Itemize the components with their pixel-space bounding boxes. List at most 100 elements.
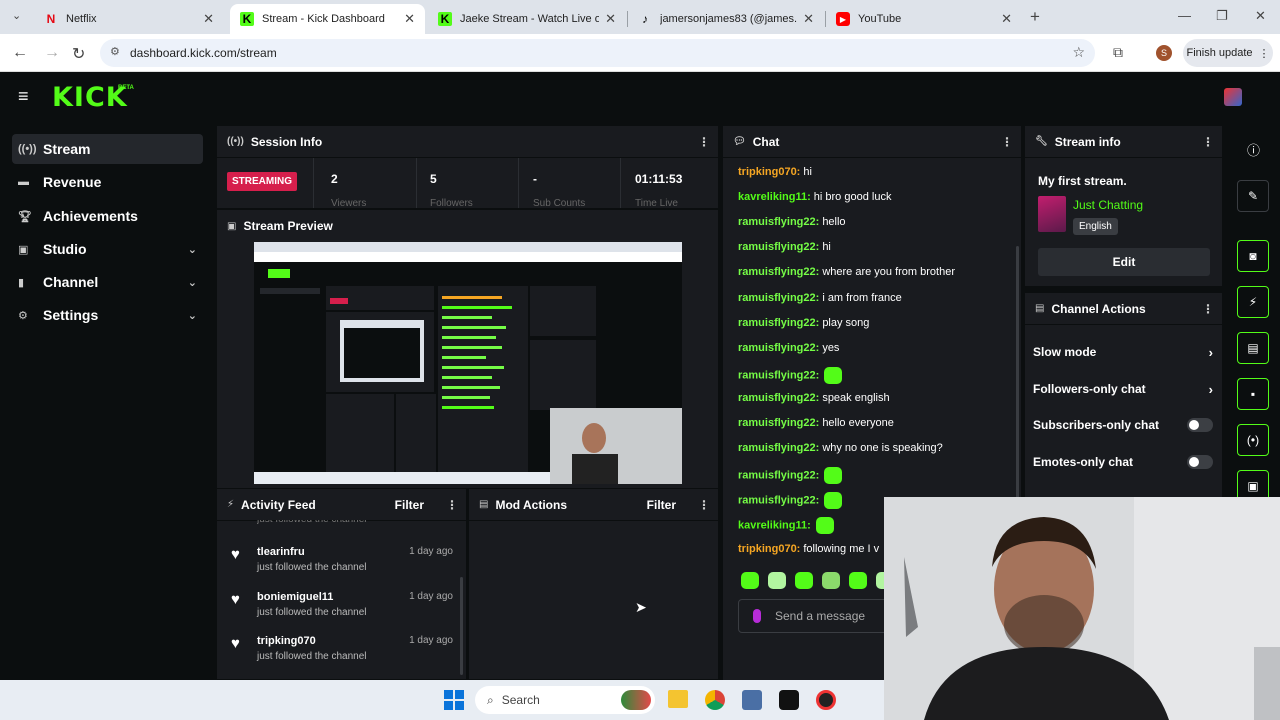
more-options-icon[interactable]: ⋮ [698,498,710,512]
reload-icon[interactable]: ↻ [72,44,85,64]
chat-username[interactable]: ramuisflying22: [738,369,819,381]
close-tab-icon[interactable]: ✕ [203,11,214,27]
session-toggle-button[interactable]: (•) [1237,424,1269,456]
finish-update-button[interactable]: Finish update ⋮ [1183,39,1273,67]
app-icon[interactable] [742,690,762,710]
file-explorer-icon[interactable] [668,690,688,708]
chrome-icon[interactable] [705,690,725,710]
chat-username[interactable]: ramuisflying22: [738,241,819,253]
chat-username[interactable]: ramuisflying22: [738,417,819,429]
tab-kick-dashboard[interactable]: K Stream - Kick Dashboard ✕ [230,4,425,34]
chat-username[interactable]: ramuisflying22: [738,495,819,507]
chat-username[interactable]: kavreliking11: [738,191,811,203]
back-icon[interactable]: ← [12,44,28,62]
emotes-only-toggle[interactable] [1187,455,1213,469]
chat-username[interactable]: ramuisflying22: [738,292,819,304]
mod-toggle-button[interactable]: ▤ [1237,332,1269,364]
profile-avatar[interactable]: S [1156,45,1172,61]
sidebar-item-revenue[interactable]: ▬ Revenue [12,167,203,197]
tab-netflix[interactable]: N Netflix ✕ [34,4,224,34]
chevron-down-icon[interactable]: ⌄ [188,309,197,322]
close-window-icon[interactable]: ✕ [1255,8,1266,24]
filter-button[interactable]: Filter [647,498,676,512]
tab-youtube[interactable]: ▶ YouTube ✕ [826,4,1022,34]
extensions-icon[interactable]: ⧉ [1113,44,1123,61]
slow-mode-row[interactable]: Slow mode › [1033,342,1213,362]
chat-username[interactable]: kavreliking11: [738,520,811,532]
info-icon[interactable]: ⓘ [1247,140,1260,159]
chat-username[interactable]: ramuisflying22: [738,392,819,404]
stream-preview-video[interactable] [254,242,682,484]
more-options-icon[interactable]: ⋮ [698,135,710,149]
more-options-icon[interactable]: ⋮ [1202,302,1214,316]
preview-toggle-button[interactable]: ◙ [1237,240,1269,272]
tab-list-dropdown[interactable]: ⌄ [12,9,21,22]
taskbar-search[interactable]: ⌕ Search [475,686,655,714]
scrollbar[interactable] [460,577,463,675]
filter-button[interactable]: Filter [395,498,424,512]
sidebar-item-studio[interactable]: ▣ Studio ⌄ [12,234,203,264]
address-bar[interactable]: ⚙ dashboard.kick.com/stream ☆ [100,39,1095,67]
edit-pencil-button[interactable]: ✎ [1237,180,1269,212]
close-tab-icon[interactable]: ✕ [803,11,814,27]
chevron-down-icon[interactable]: ⌄ [188,276,197,289]
more-options-icon[interactable]: ⋮ [1202,135,1214,149]
tab-tiktok[interactable]: ♪ jamersonjames83 (@james.ribe ✕ [628,4,824,34]
emote-icon[interactable] [741,572,759,589]
emote-icon[interactable] [822,572,840,589]
chat-username[interactable]: ramuisflying22: [738,266,819,278]
chat-username[interactable]: ramuisflying22: [738,442,819,454]
tab-title: jamersonjames83 (@james.ribe [660,13,798,25]
chat-username[interactable]: tripking070: [738,166,800,178]
chat-username[interactable]: tripking070: [738,543,800,555]
bookmark-star-icon[interactable]: ☆ [1072,44,1085,61]
follower-name[interactable]: tlearinfru [257,546,305,558]
chat-message: ramuisflying22: where are you from brothe… [738,266,955,278]
close-tab-icon[interactable]: ✕ [404,11,415,27]
more-menu-icon[interactable]: ⋮ [1259,47,1270,60]
chat-message: ramuisflying22: [738,492,843,510]
divider [518,158,519,208]
follower-name[interactable]: tripking070 [257,635,316,647]
category-link[interactable]: Just Chatting [1073,198,1143,212]
more-options-icon[interactable]: ⋮ [446,498,458,512]
subscribers-only-toggle[interactable] [1187,418,1213,432]
chat-toggle-button[interactable]: ▪ [1237,378,1269,410]
windows-start-icon[interactable] [444,690,464,710]
new-tab-icon[interactable]: + [1030,7,1040,27]
kick-logo[interactable]: KICK [52,82,128,113]
panel-title: Channel Actions [1051,301,1146,316]
tab-jaeke-stream[interactable]: K Jaeke Stream - Watch Live on K ✕ [428,4,626,34]
chat-username[interactable]: ramuisflying22: [738,470,819,482]
minimize-icon[interactable]: — [1178,8,1191,23]
chat-username[interactable]: ramuisflying22: [738,216,819,228]
chat-username[interactable]: ramuisflying22: [738,317,819,329]
site-info-icon[interactable]: ⚙ [110,45,120,58]
user-avatar[interactable] [1224,88,1242,106]
edit-button[interactable]: Edit [1038,248,1210,276]
maximize-icon[interactable]: ❐ [1216,8,1228,24]
emote-icon[interactable] [795,572,813,589]
chevron-down-icon[interactable]: ⌄ [188,243,197,256]
sidebar-item-stream[interactable]: ((•)) Stream [12,134,203,164]
close-tab-icon[interactable]: ✕ [605,11,616,27]
capcut-icon[interactable] [779,690,799,710]
sidebar-item-settings[interactable]: ⚙ Settings ⌄ [12,300,203,330]
sidebar-item-channel[interactable]: ▮ Channel ⌄ [12,267,203,297]
recorder-icon[interactable] [816,690,836,710]
chat-input-placeholder: Send a message [775,609,866,623]
hamburger-menu-icon[interactable]: ≡ [18,86,29,107]
followers-only-row[interactable]: Followers-only chat › [1033,379,1213,399]
sidebar-item-achievements[interactable]: 🏆︎ Achievements [12,201,203,231]
forward-icon[interactable]: → [44,44,60,62]
emote-icon[interactable] [768,572,786,589]
activity-toggle-button[interactable]: ⚡︎ [1237,286,1269,318]
chat-message-text: hi [822,241,831,254]
emote-icon[interactable] [849,572,867,589]
chat-username[interactable]: ramuisflying22: [738,342,819,354]
follower-name[interactable]: boniemiguel11 [257,591,333,603]
close-tab-icon[interactable]: ✕ [1001,11,1012,27]
followers-stat: 5 Followers [420,158,473,209]
microphone-icon[interactable] [753,609,761,623]
more-options-icon[interactable]: ⋮ [1001,135,1013,149]
